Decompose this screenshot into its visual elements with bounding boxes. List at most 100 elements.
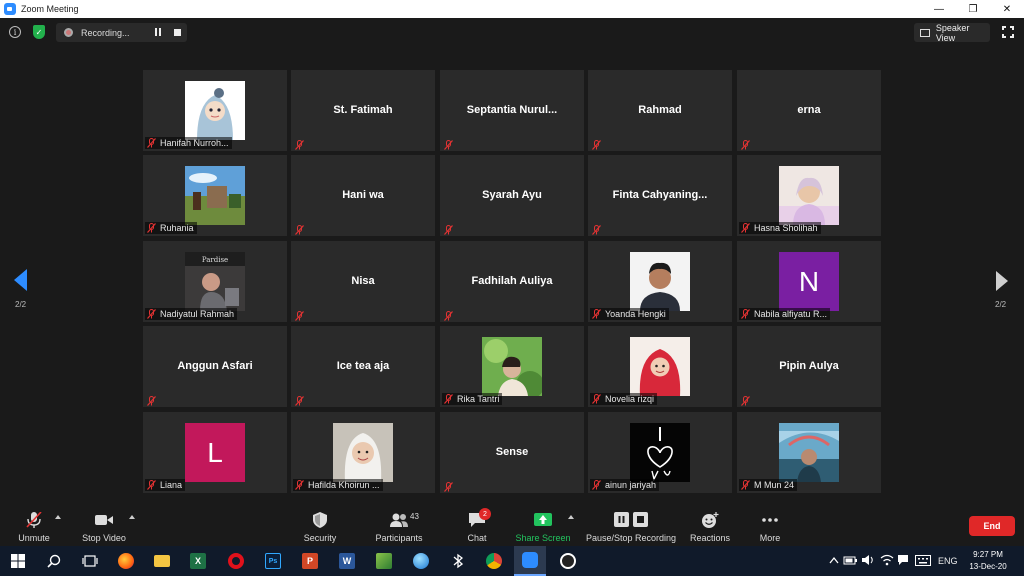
wifi-network-icon[interactable] xyxy=(880,553,894,567)
encryption-shield-icon[interactable]: ✓ xyxy=(33,25,45,39)
clock-time: 9:27 PM xyxy=(973,550,1003,559)
participant-tile[interactable]: M Mun 24 xyxy=(737,412,881,493)
participant-tile[interactable]: Yoanda Hengki xyxy=(588,241,732,322)
close-button[interactable]: ✕ xyxy=(990,0,1024,18)
participant-name: Nabila alfiyatu R... xyxy=(754,309,828,319)
folder-icon xyxy=(154,555,170,567)
participant-name: Rahmad xyxy=(638,104,682,116)
tray-chevron-up-icon[interactable] xyxy=(829,556,839,564)
participant-tile[interactable]: Nisa xyxy=(291,241,435,322)
firefox-icon xyxy=(118,553,134,569)
participant-tile[interactable]: Hafilda Khoirun ... xyxy=(291,412,435,493)
participant-name-label: Novelia rizqi xyxy=(590,393,658,405)
participant-name-label: Rika Tantri xyxy=(442,393,503,405)
share-screen-button[interactable]: Share Screen xyxy=(514,505,572,545)
participant-tile[interactable]: Septantia Nurul... xyxy=(440,70,584,151)
task-view-button[interactable] xyxy=(74,546,106,576)
battery-power-icon[interactable] xyxy=(843,554,857,566)
pause-recording-icon[interactable] xyxy=(154,28,162,36)
participant-tile[interactable]: ainun jariyah xyxy=(588,412,732,493)
chat-button[interactable]: Chat xyxy=(456,505,498,545)
search-icon xyxy=(47,554,61,568)
participant-tile[interactable]: Hani wa xyxy=(291,155,435,236)
participant-mute-indicator xyxy=(444,137,454,150)
more-button[interactable]: More xyxy=(750,505,790,545)
participant-tile[interactable]: Finta Cahyaning... xyxy=(588,155,732,236)
participant-video-thumbnail xyxy=(630,252,690,311)
taskbar-bluetooth[interactable] xyxy=(442,546,474,576)
participant-tile[interactable]: Anggun Asfari xyxy=(143,326,287,407)
participant-muted-icon xyxy=(295,140,304,150)
participant-video-thumbnail xyxy=(630,423,690,482)
taskbar-firefox[interactable] xyxy=(110,546,142,576)
participant-tile[interactable]: Ice tea aja xyxy=(291,326,435,407)
keyboard-icon[interactable] xyxy=(915,555,931,566)
participants-button[interactable]: Participants xyxy=(372,505,426,545)
participant-tile[interactable]: Hanifah Nurroh... xyxy=(143,70,287,151)
participant-mute-indicator xyxy=(592,137,602,150)
reactions-button[interactable]: Reactions xyxy=(688,505,732,545)
participant-tile[interactable]: Novelia rizqi xyxy=(588,326,732,407)
taskbar-clock[interactable]: 9:27 PM 13-Dec-20 xyxy=(960,549,1016,573)
participant-tile[interactable]: Ruhania xyxy=(143,155,287,236)
input-language-indicator[interactable]: ENG xyxy=(938,556,958,566)
fullscreen-icon[interactable] xyxy=(1002,26,1014,38)
participant-tile[interactable]: Rahmad xyxy=(588,70,732,151)
notification-message-icon[interactable] xyxy=(897,554,909,566)
participant-tile[interactable]: Pardise Nadiyatul Rahmah xyxy=(143,241,287,322)
next-page-arrow-icon[interactable] xyxy=(996,271,1008,291)
participant-name: Novelia rizqi xyxy=(605,394,655,404)
taskbar-search-button[interactable] xyxy=(38,546,70,576)
restore-button[interactable]: ❐ xyxy=(956,0,990,18)
word-icon: W xyxy=(339,553,355,569)
pause-stop-recording-button[interactable]: Pause/Stop Recording xyxy=(584,505,678,545)
previous-page-arrow-icon[interactable] xyxy=(14,269,28,291)
audio-options-chevron-icon[interactable] xyxy=(55,515,61,519)
svg-text:Pardise: Pardise xyxy=(202,256,228,264)
taskbar-chrome[interactable] xyxy=(478,546,510,576)
participant-tile[interactable]: Sense xyxy=(440,412,584,493)
stop-video-button[interactable]: Stop Video xyxy=(80,505,128,545)
unmute-label: Unmute xyxy=(18,533,50,543)
participant-tile[interactable]: Syarah Ayu xyxy=(440,155,584,236)
taskbar-app-circle[interactable] xyxy=(552,546,584,576)
taskbar-app-green[interactable] xyxy=(368,546,400,576)
participant-muted-icon xyxy=(444,394,453,404)
stop-recording-icon[interactable] xyxy=(174,29,181,36)
participant-name-label: Liana xyxy=(145,479,186,491)
task-view-icon xyxy=(82,555,98,567)
video-options-chevron-icon[interactable] xyxy=(129,515,135,519)
participant-mute-indicator xyxy=(741,393,751,406)
taskbar-word[interactable]: W xyxy=(331,546,363,576)
meeting-info-icon[interactable]: i xyxy=(9,26,21,38)
taskbar-zoom[interactable] xyxy=(514,546,546,576)
participant-tile[interactable]: erna xyxy=(737,70,881,151)
participant-mute-indicator xyxy=(444,479,454,492)
taskbar-powerpoint[interactable]: P xyxy=(294,546,326,576)
participant-tile[interactable]: Hasna Sholihah xyxy=(737,155,881,236)
unmute-button[interactable]: Unmute xyxy=(12,505,56,545)
participant-tile[interactable]: L Liana xyxy=(143,412,287,493)
participant-tile[interactable]: St. Fatimah xyxy=(291,70,435,151)
volume-speaker-icon[interactable] xyxy=(861,554,875,566)
participant-tile[interactable]: Fadhilah Auliya xyxy=(440,241,584,322)
participant-tile[interactable]: Rika Tantri xyxy=(440,326,584,407)
windows-start-button[interactable] xyxy=(2,546,34,576)
participant-tile[interactable]: Pipin Aulya xyxy=(737,326,881,407)
end-meeting-button[interactable]: End xyxy=(969,516,1015,536)
taskbar-opera[interactable] xyxy=(220,546,252,576)
speaker-view-button[interactable]: Speaker View xyxy=(914,23,990,43)
minimize-button[interactable]: — xyxy=(922,0,956,18)
participant-tile[interactable]: N Nabila alfiyatu R... xyxy=(737,241,881,322)
participant-initial-avatar: N xyxy=(779,252,839,311)
taskbar-photoshop[interactable]: Ps xyxy=(257,546,289,576)
taskbar-file-explorer[interactable] xyxy=(146,546,178,576)
taskbar-excel[interactable]: X xyxy=(182,546,214,576)
share-screen-icon xyxy=(534,513,552,526)
participant-video-thumbnail xyxy=(779,166,839,225)
share-options-chevron-icon[interactable] xyxy=(568,515,574,519)
participant-muted-icon xyxy=(741,223,750,233)
security-button[interactable]: Security xyxy=(298,505,342,545)
windows-taskbar: X Ps P W ENG 9:27 PM 13-Dec-20 xyxy=(0,546,1024,576)
taskbar-browser-globe[interactable] xyxy=(405,546,437,576)
